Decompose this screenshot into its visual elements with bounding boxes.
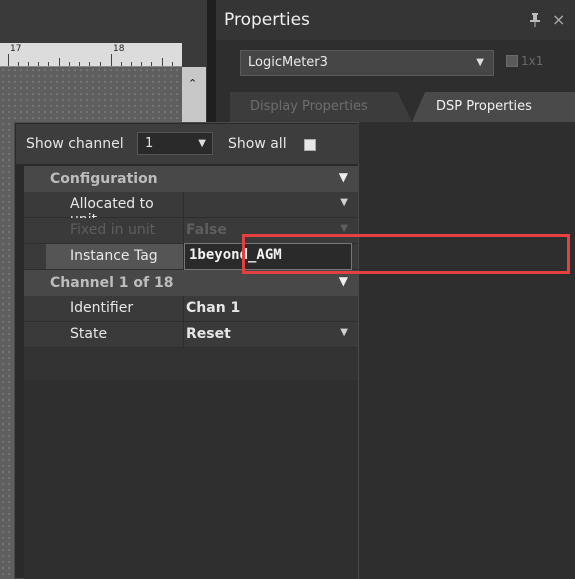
tab-label: Display Properties bbox=[250, 99, 368, 114]
show-channel-label: Show channel bbox=[26, 136, 124, 152]
ruler-label: 18 bbox=[113, 44, 125, 54]
highlight-box bbox=[242, 234, 570, 274]
dropdown-arrow-icon[interactable]: ▼ bbox=[340, 223, 348, 234]
dropdown-arrow-icon[interactable]: ▼ bbox=[340, 327, 348, 338]
channel-select-value: 1 bbox=[145, 136, 154, 151]
property-label: Instance Tag bbox=[70, 248, 158, 264]
collapse-icon[interactable]: ▼ bbox=[339, 170, 348, 184]
horizontal-ruler: 17 18 bbox=[0, 43, 182, 67]
property-row-allocated[interactable]: Allocated to unit ▼ bbox=[24, 192, 358, 228]
property-grid: Configuration ▼ Allocated to unit ▼ Fixe… bbox=[24, 166, 358, 579]
object-select-value: LogicMeter3 bbox=[248, 55, 328, 70]
dropdown-arrow-icon: ▼ bbox=[476, 57, 484, 68]
channel-select[interactable]: 1 ▼ bbox=[137, 132, 213, 155]
grid-size-label: 1x1 bbox=[521, 54, 544, 68]
show-all-label: Show all bbox=[228, 136, 287, 152]
tab-dsp-properties[interactable]: DSP Properties bbox=[412, 92, 575, 122]
show-all-checkbox[interactable] bbox=[304, 139, 316, 151]
property-row-state[interactable]: State Reset ▼ bbox=[24, 322, 358, 348]
scroll-up-icon[interactable]: ⌃ bbox=[188, 77, 197, 90]
property-label: Identifier bbox=[70, 300, 134, 316]
tab-display-properties[interactable]: Display Properties bbox=[230, 92, 412, 122]
section-title: Configuration bbox=[50, 171, 158, 187]
grid-size-checkbox[interactable] bbox=[506, 55, 518, 67]
tab-label: DSP Properties bbox=[436, 99, 532, 114]
dropdown-arrow-icon: ▼ bbox=[198, 138, 206, 149]
property-label: State bbox=[70, 326, 108, 342]
property-label: Fixed in unit bbox=[70, 222, 156, 238]
ruler-label: 17 bbox=[10, 44, 22, 54]
collapse-icon[interactable]: ▼ bbox=[339, 274, 348, 288]
object-select[interactable]: LogicMeter3 ▼ bbox=[240, 50, 494, 76]
dropdown-arrow-icon[interactable]: ▼ bbox=[340, 197, 348, 208]
property-row-identifier[interactable]: Identifier Chan 1 bbox=[24, 296, 358, 322]
property-value[interactable]: False bbox=[186, 222, 227, 238]
pin-icon[interactable] bbox=[530, 13, 540, 27]
properties-tabs: Display Properties DSP Properties bbox=[230, 92, 575, 122]
channel-toolbar: Show channel 1 ▼ Show all bbox=[16, 124, 359, 164]
property-value[interactable]: Chan 1 bbox=[186, 300, 240, 316]
property-value[interactable]: Reset bbox=[186, 326, 231, 342]
section-configuration[interactable]: Configuration ▼ bbox=[24, 166, 358, 192]
panel-title: Properties bbox=[224, 10, 310, 30]
panel-header: Properties × bbox=[216, 0, 575, 40]
section-title: Channel 1 of 18 bbox=[50, 275, 174, 291]
property-grid-empty-area bbox=[24, 380, 358, 579]
close-icon[interactable]: × bbox=[552, 10, 565, 29]
